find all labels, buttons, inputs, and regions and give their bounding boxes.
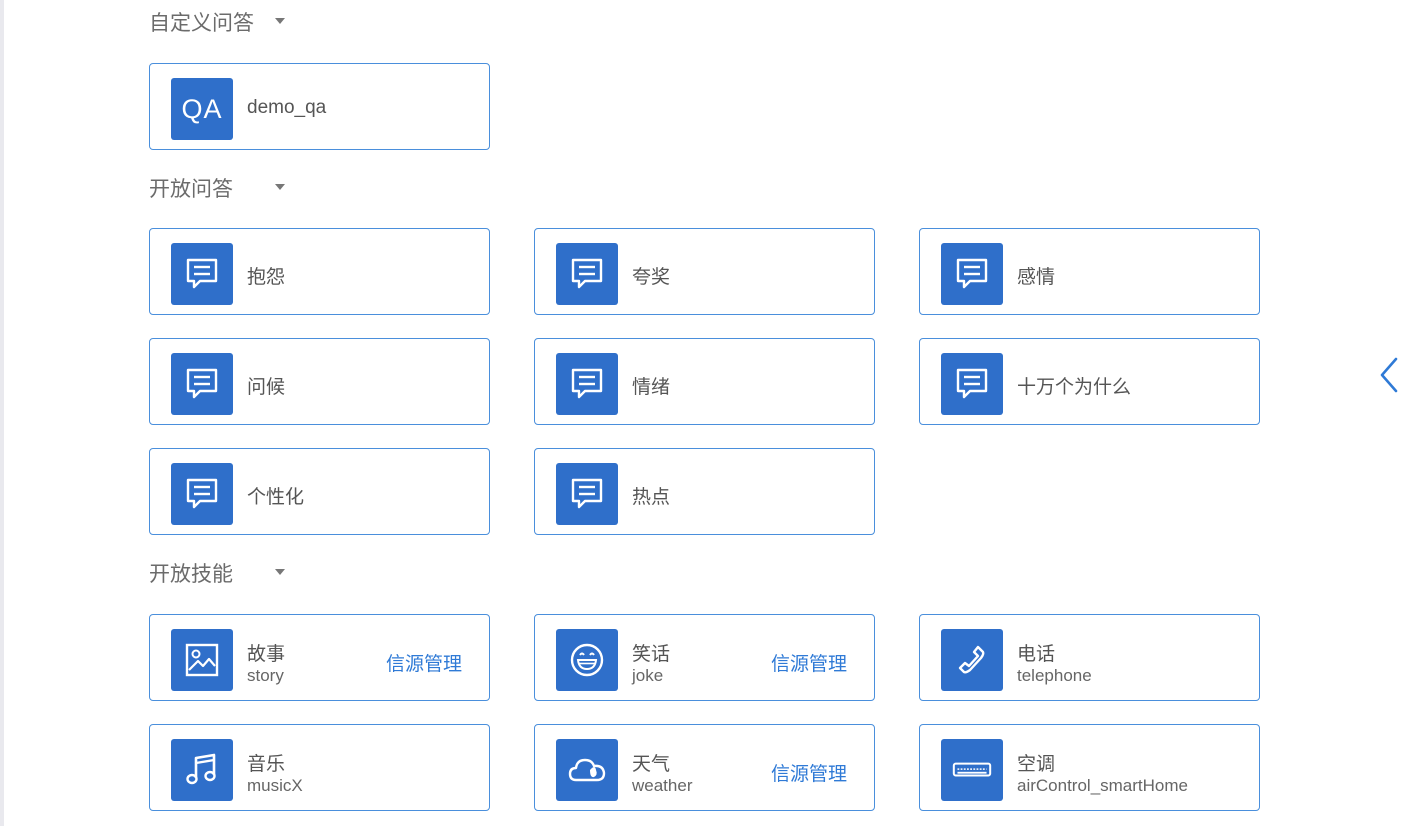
section-title: 自定义问答: [149, 12, 254, 35]
card-label: 感情: [1017, 267, 1056, 288]
skill-id: weather: [632, 776, 693, 795]
skill-card-telephone[interactable]: 电话 telephone: [919, 614, 1260, 701]
skill-id: telephone: [1017, 666, 1092, 685]
chat-bubble-icon: [941, 243, 1003, 305]
skill-id: story: [247, 666, 284, 685]
source-manage-link[interactable]: 信源管理: [386, 649, 462, 676]
skill-name: 电话: [1017, 644, 1056, 665]
card-label: 夸奖: [632, 267, 671, 288]
qa-text-icon: QA: [171, 78, 233, 140]
skill-name: 音乐: [247, 754, 286, 775]
qa-card-mood[interactable]: 情绪: [534, 338, 875, 425]
chat-bubble-icon: [171, 243, 233, 305]
section-header-custom-qa[interactable]: 自定义问答: [149, 7, 285, 37]
chat-bubble-icon: [556, 353, 618, 415]
qa-card-why[interactable]: 十万个为什么: [919, 338, 1260, 425]
qa-card-demo-qa[interactable]: QA demo_qa: [149, 63, 490, 150]
source-manage-link[interactable]: 信源管理: [771, 759, 847, 786]
skill-name: 天气: [632, 754, 671, 775]
skill-card-music[interactable]: 音乐 musicX: [149, 724, 490, 811]
chat-bubble-icon: [941, 353, 1003, 415]
card-label: 十万个为什么: [1017, 377, 1132, 398]
skill-name: 故事: [247, 644, 286, 665]
chat-bubble-icon: [556, 463, 618, 525]
skill-card-weather[interactable]: 天气 weather 信源管理: [534, 724, 875, 811]
chevron-left-icon[interactable]: [1378, 356, 1400, 394]
skill-id: joke: [632, 666, 664, 685]
music-note-icon: [171, 739, 233, 801]
card-label: 情绪: [632, 377, 671, 398]
caret-down-icon: [275, 184, 285, 190]
card-label: 问候: [247, 377, 286, 398]
card-label: 个性化: [247, 487, 305, 508]
picture-icon: [171, 629, 233, 691]
section-header-open-qa[interactable]: 开放问答: [149, 173, 285, 203]
qa-card-personalized[interactable]: 个性化: [149, 448, 490, 535]
chat-bubble-icon: [171, 463, 233, 525]
caret-down-icon: [275, 569, 285, 575]
qa-card-greeting[interactable]: 问候: [149, 338, 490, 425]
skill-name: 笑话: [632, 644, 671, 665]
qa-card-praise[interactable]: 夸奖: [534, 228, 875, 315]
qa-card-complain[interactable]: 抱怨: [149, 228, 490, 315]
smile-icon: [556, 629, 618, 691]
qa-card-hot-topics[interactable]: 热点: [534, 448, 875, 535]
skill-card-joke[interactable]: 笑话 joke 信源管理: [534, 614, 875, 701]
phone-icon: [941, 629, 1003, 691]
qa-card-emotion[interactable]: 感情: [919, 228, 1260, 315]
skill-card-air-control[interactable]: 空调 airControl_smartHome: [919, 724, 1260, 811]
skill-id: airControl_smartHome: [1017, 776, 1188, 795]
card-label: 抱怨: [247, 267, 286, 288]
chat-bubble-icon: [171, 353, 233, 415]
skill-id: musicX: [247, 776, 303, 795]
card-label: 热点: [632, 487, 671, 508]
chat-bubble-icon: [556, 243, 618, 305]
air-conditioner-icon: [941, 739, 1003, 801]
section-title: 开放技能: [149, 563, 233, 586]
cloud-icon: [556, 739, 618, 801]
section-title: 开放问答: [149, 178, 233, 201]
skill-card-story[interactable]: 故事 story 信源管理: [149, 614, 490, 701]
section-header-open-skills[interactable]: 开放技能: [149, 558, 285, 588]
caret-down-icon: [275, 18, 285, 24]
skill-name: 空调: [1017, 754, 1056, 775]
source-manage-link[interactable]: 信源管理: [771, 649, 847, 676]
left-divider: [0, 0, 4, 826]
card-label: demo_qa: [247, 97, 327, 118]
